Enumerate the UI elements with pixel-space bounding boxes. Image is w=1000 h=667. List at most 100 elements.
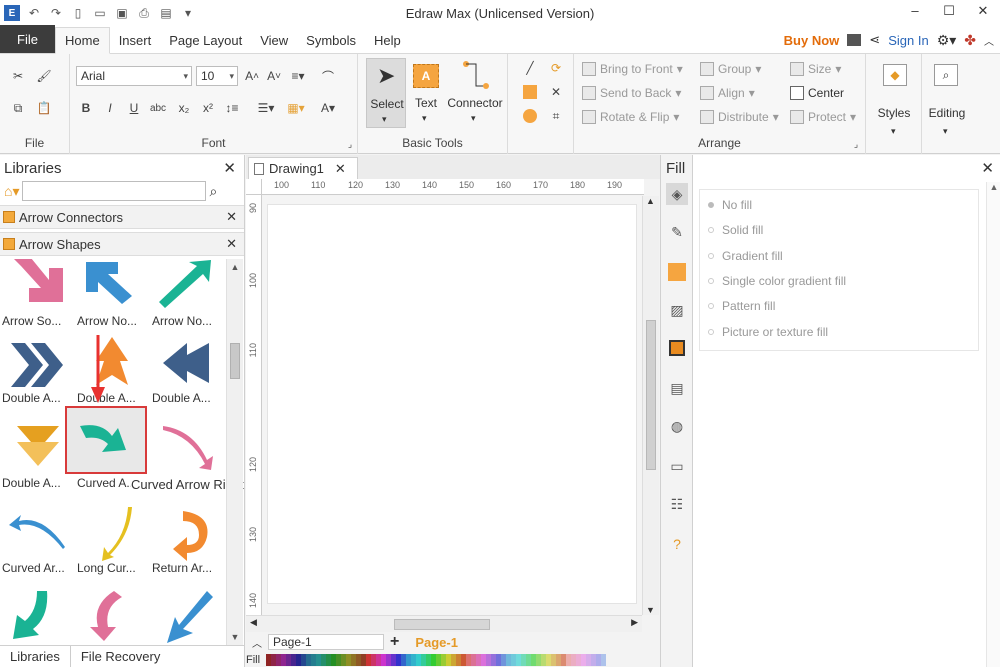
- shape-arrow-northwest[interactable]: Arrow No...: [75, 259, 150, 343]
- tab-insert[interactable]: Insert: [110, 27, 161, 53]
- page-collapse-icon[interactable]: ︿: [252, 635, 262, 650]
- shape-arrow-northeast[interactable]: Arrow No...: [150, 259, 225, 343]
- comments-icon[interactable]: ☷: [666, 493, 688, 515]
- subscript-icon[interactable]: x₂: [174, 98, 194, 118]
- protect-button[interactable]: Protect ▾: [790, 110, 856, 124]
- buy-now-link[interactable]: Buy Now: [784, 33, 840, 48]
- save-icon[interactable]: ▣: [114, 5, 130, 21]
- crop-tool-icon[interactable]: ⌗: [546, 106, 566, 126]
- shape-curved-arrow-pink[interactable]: [150, 420, 225, 505]
- font-name-combo[interactable]: Arial: [76, 66, 192, 86]
- color-swatch[interactable]: [601, 653, 607, 666]
- close-category-icon[interactable]: ✕: [226, 236, 237, 252]
- copy-icon[interactable]: ⧉: [8, 98, 28, 118]
- share-icon[interactable]: ⋖: [869, 32, 880, 48]
- canvas-vertical-scrollbar[interactable]: ▲ ▼: [642, 196, 659, 615]
- close-libraries-icon[interactable]: ✕: [223, 159, 236, 177]
- rotate-flip-button[interactable]: Rotate & Flip ▾: [582, 110, 679, 124]
- styles-button[interactable]: ◆ Styles ▾: [866, 58, 922, 144]
- library-scrollbar[interactable]: ▲ ▼: [226, 259, 243, 645]
- new-file-icon[interactable]: ▯: [70, 5, 86, 21]
- shadow-icon[interactable]: [666, 261, 688, 283]
- highlight-icon[interactable]: ▦▾: [286, 98, 306, 118]
- close-window-icon[interactable]: ✕: [966, 0, 1000, 26]
- paste-icon[interactable]: 📋: [34, 98, 54, 118]
- line-tool-icon[interactable]: ╱: [520, 58, 540, 78]
- grow-font-icon[interactable]: A ˄: [242, 66, 262, 86]
- ellipse-tool-icon[interactable]: [520, 106, 540, 126]
- bullets-icon[interactable]: ☰▾: [256, 98, 276, 118]
- point-tool-icon[interactable]: ✕: [546, 82, 566, 102]
- sign-in-link[interactable]: Sign In: [888, 33, 928, 48]
- print-icon[interactable]: ⎙: [136, 5, 152, 21]
- arc-tool-icon[interactable]: ⟳: [546, 58, 566, 78]
- line-spacing-icon[interactable]: ↕≡: [222, 98, 242, 118]
- color-swatches[interactable]: [266, 653, 607, 666]
- tab-libraries[interactable]: Libraries: [0, 646, 71, 667]
- app-grid-icon[interactable]: ✤: [964, 32, 976, 49]
- canvas-horizontal-scrollbar[interactable]: ◀ ▶: [246, 615, 642, 632]
- cart-icon[interactable]: [847, 34, 862, 46]
- rectangle-tool-icon[interactable]: [520, 82, 540, 102]
- page-select[interactable]: Page-1: [268, 634, 384, 650]
- shape-arrow-southeast[interactable]: Arrow So...: [0, 259, 75, 343]
- file-menu-button[interactable]: File: [0, 25, 55, 53]
- close-category-icon[interactable]: ✕: [226, 209, 237, 225]
- export-icon[interactable]: ▤: [158, 5, 174, 21]
- scroll-down-icon[interactable]: ▼: [646, 605, 655, 615]
- italic-icon[interactable]: I: [100, 98, 120, 118]
- tab-file-recovery[interactable]: File Recovery: [71, 646, 170, 667]
- fill-option-no-fill[interactable]: No fill: [708, 198, 752, 212]
- line-style-pen-icon[interactable]: ✎: [666, 221, 688, 243]
- undo-icon[interactable]: ↶: [26, 5, 42, 21]
- home-icon[interactable]: ⌂▾: [4, 183, 19, 200]
- tab-home[interactable]: Home: [55, 27, 110, 54]
- shape-return-arrow[interactable]: Return Ar...: [150, 505, 225, 590]
- line-style-icon[interactable]: ⌒: [318, 66, 338, 86]
- help-icon[interactable]: ?: [666, 533, 688, 555]
- fill-option-gradient[interactable]: Gradient fill: [708, 249, 783, 263]
- open-file-icon[interactable]: ▭: [92, 5, 108, 21]
- fill-bucket-icon[interactable]: ◈: [666, 183, 688, 205]
- scroll-up-icon[interactable]: ▲: [646, 196, 655, 206]
- shrink-font-icon[interactable]: A ˅: [264, 66, 284, 86]
- send-to-back-button[interactable]: Send to Back ▾: [582, 86, 681, 100]
- minimize-icon[interactable]: –: [898, 0, 932, 26]
- image-icon[interactable]: ▨: [666, 299, 688, 321]
- distribute-button[interactable]: Distribute ▾: [700, 110, 779, 124]
- align-button[interactable]: Align ▾: [700, 86, 755, 100]
- fill-option-picture-texture[interactable]: Picture or texture fill: [708, 325, 828, 339]
- page-tab-1[interactable]: Page-1: [415, 635, 458, 650]
- layers-icon[interactable]: [666, 337, 688, 359]
- fill-option-single-color-gradient[interactable]: Single color gradient fill: [708, 274, 846, 288]
- tab-page-layout[interactable]: Page Layout: [160, 27, 251, 53]
- customize-toolbar-icon[interactable]: ▾: [180, 5, 196, 21]
- underline-icon[interactable]: U: [124, 98, 144, 118]
- group-button[interactable]: Group ▾: [700, 62, 761, 76]
- close-document-icon[interactable]: ✕: [335, 161, 346, 177]
- tab-symbols[interactable]: Symbols: [297, 27, 365, 53]
- select-tool-button[interactable]: ➤ Select ▾: [366, 58, 406, 128]
- redo-icon[interactable]: ↷: [48, 5, 64, 21]
- fill-panel-scrollbar[interactable]: ▲: [986, 182, 1000, 667]
- shape-curved-arrow-pink-down[interactable]: [75, 589, 150, 645]
- shape-arrow-southwest[interactable]: [150, 589, 225, 645]
- close-fill-panel-icon[interactable]: ✕: [981, 159, 994, 177]
- strikethrough-icon[interactable]: abc: [148, 98, 168, 118]
- shape-curved-arrow-right[interactable]: [65, 406, 147, 474]
- format-painter-icon[interactable]: 🖌: [34, 66, 54, 86]
- drawing-page[interactable]: [267, 204, 637, 604]
- scroll-up-icon[interactable]: ▲: [227, 259, 243, 275]
- shape-double-arrow-left[interactable]: Double A...: [150, 335, 225, 420]
- cut-icon[interactable]: ✂: [8, 66, 28, 86]
- add-page-icon[interactable]: +: [390, 633, 399, 651]
- font-size-combo[interactable]: 10: [196, 66, 238, 86]
- font-color-icon[interactable]: A▾: [318, 98, 338, 118]
- editing-button[interactable]: ⌕ Editing ▾: [922, 58, 972, 144]
- collapse-ribbon-icon[interactable]: ︿: [984, 33, 994, 48]
- superscript-icon[interactable]: x²: [198, 98, 218, 118]
- search-icon[interactable]: ⌕: [209, 183, 217, 200]
- scroll-thumb[interactable]: [646, 320, 656, 470]
- tab-view[interactable]: View: [251, 27, 297, 53]
- shape-double-arrow-down[interactable]: Double A...: [0, 420, 75, 505]
